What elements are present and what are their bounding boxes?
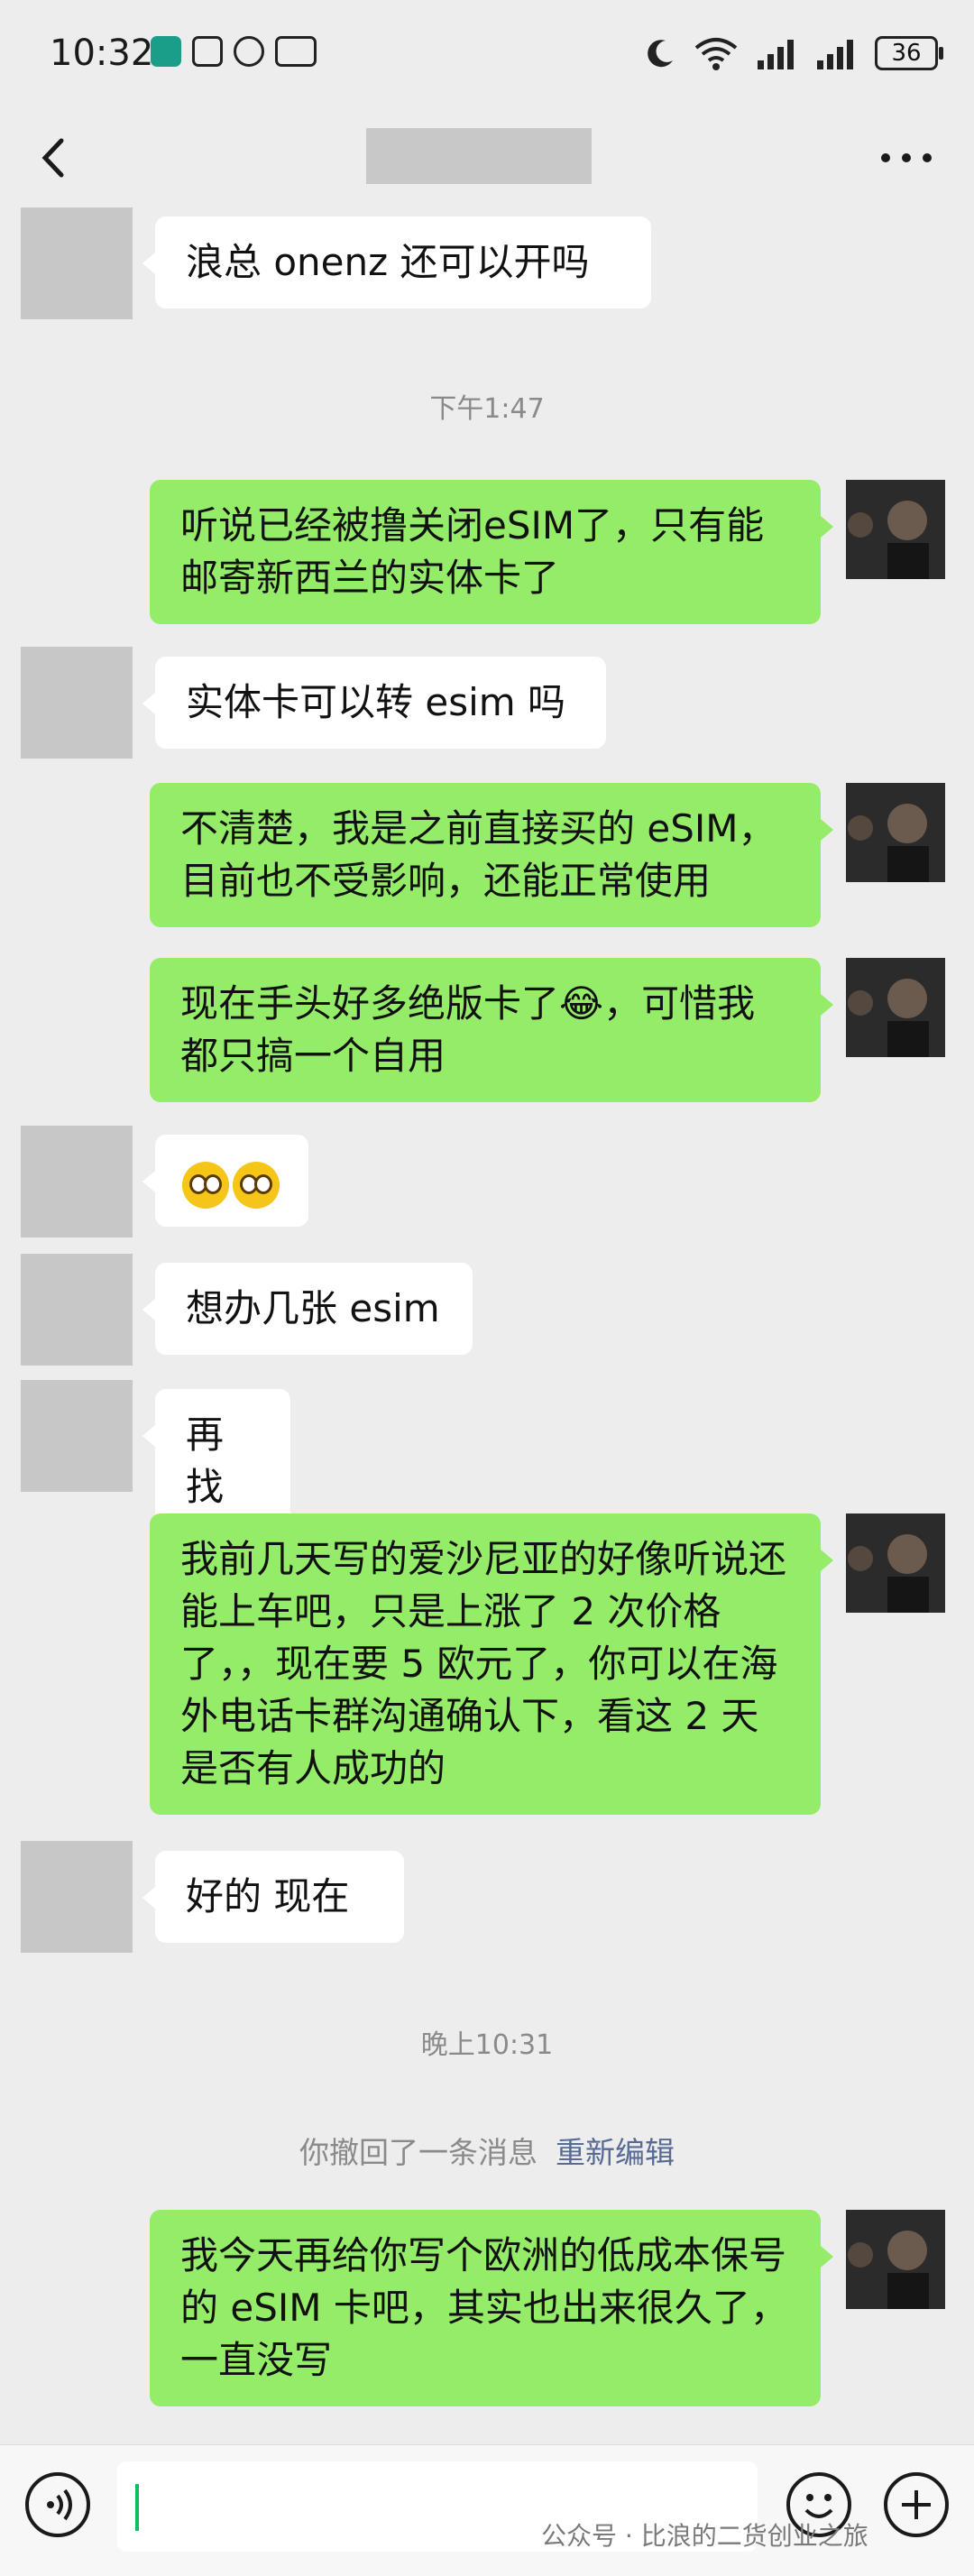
nfc-icon	[192, 36, 223, 67]
message-bubble-outgoing[interactable]: 听说已经被撸关闭eSIM了，只有能邮寄新西兰的实体卡了	[150, 480, 833, 624]
plus-icon	[902, 2490, 931, 2519]
flushed-face-icon	[182, 1161, 229, 1209]
flushed-face-icon	[233, 1161, 280, 1209]
my-avatar[interactable]	[846, 958, 945, 1057]
recall-text: 你撤回了一条消息	[299, 2135, 538, 2170]
my-avatar[interactable]	[846, 480, 945, 579]
avatar-photo-icon	[846, 1513, 945, 1613]
text-caret	[135, 2484, 139, 2531]
message-bubble-outgoing[interactable]: 现在手头好多绝版卡了😂，可惜我都只搞一个自用	[150, 958, 833, 1102]
app-notification-icon	[151, 36, 181, 67]
contact-avatar[interactable]	[21, 647, 133, 759]
watermark: 公众号 · 比浪的二货创业之旅	[541, 2521, 868, 2551]
re-edit-link[interactable]: 重新编辑	[556, 2135, 675, 2170]
my-avatar[interactable]	[846, 1513, 945, 1613]
message-bubble-outgoing[interactable]: 不清楚，我是之前直接买的 eSIM，目前也不受影响，还能正常使用	[150, 783, 833, 927]
contact-avatar[interactable]	[21, 1126, 133, 1237]
wifi-icon	[694, 38, 738, 70]
message-bubble-incoming[interactable]: 浪总 onenz 还可以开吗	[142, 216, 651, 308]
more-functions-button[interactable]	[884, 2472, 949, 2537]
voice-button[interactable]	[25, 2472, 90, 2537]
chat-header	[0, 108, 974, 207]
status-bar: 10:32 36	[0, 0, 974, 108]
timestamp: 晚上10:31	[420, 2029, 554, 2061]
message-bubble-incoming[interactable]: 好的 现在	[142, 1851, 404, 1943]
avatar-photo-icon	[846, 480, 945, 579]
bluetooth-battery-icon	[275, 36, 317, 67]
chevron-left-icon[interactable]	[32, 135, 78, 180]
avatar-photo-icon	[846, 783, 945, 882]
message-bubble-outgoing[interactable]: 我今天再给你写个欧洲的低成本保号的 eSIM 卡吧，其实也出来很久了，一直没写	[150, 2210, 833, 2406]
contact-avatar[interactable]	[21, 1841, 133, 1953]
timestamp: 下午1:47	[429, 393, 545, 425]
moon-icon	[648, 40, 673, 68]
recall-notice: 你撤回了一条消息 重新编辑	[0, 2129, 974, 2172]
input-bar	[0, 2444, 974, 2576]
chat-title-redacted	[366, 128, 592, 184]
message-bubble-outgoing[interactable]: 我前几天写的爱沙尼亚的好像听说还能上车吧，只是上涨了 2 次价格了，，现在要 5…	[150, 1513, 833, 1815]
my-avatar[interactable]	[846, 2210, 945, 2309]
message-bubble-incoming[interactable]: 实体卡可以转 esim 吗	[142, 657, 606, 749]
contact-avatar[interactable]	[21, 207, 133, 319]
alarm-icon	[234, 36, 264, 67]
message-bubble-incoming[interactable]: 想办几张 esim	[142, 1263, 473, 1355]
voice-icon	[47, 2489, 72, 2521]
more-icon[interactable]	[875, 135, 938, 180]
signal-icon	[758, 40, 794, 69]
battery-indicator: 36	[875, 36, 943, 70]
signal-icon-2	[817, 40, 853, 69]
avatar-photo-icon	[846, 958, 945, 1057]
contact-avatar[interactable]	[21, 1380, 133, 1492]
my-avatar[interactable]	[846, 783, 945, 882]
status-time: 10:32	[50, 32, 154, 74]
avatar-photo-icon	[846, 2210, 945, 2309]
contact-avatar[interactable]	[21, 1254, 133, 1366]
message-bubble-incoming[interactable]	[142, 1135, 308, 1227]
